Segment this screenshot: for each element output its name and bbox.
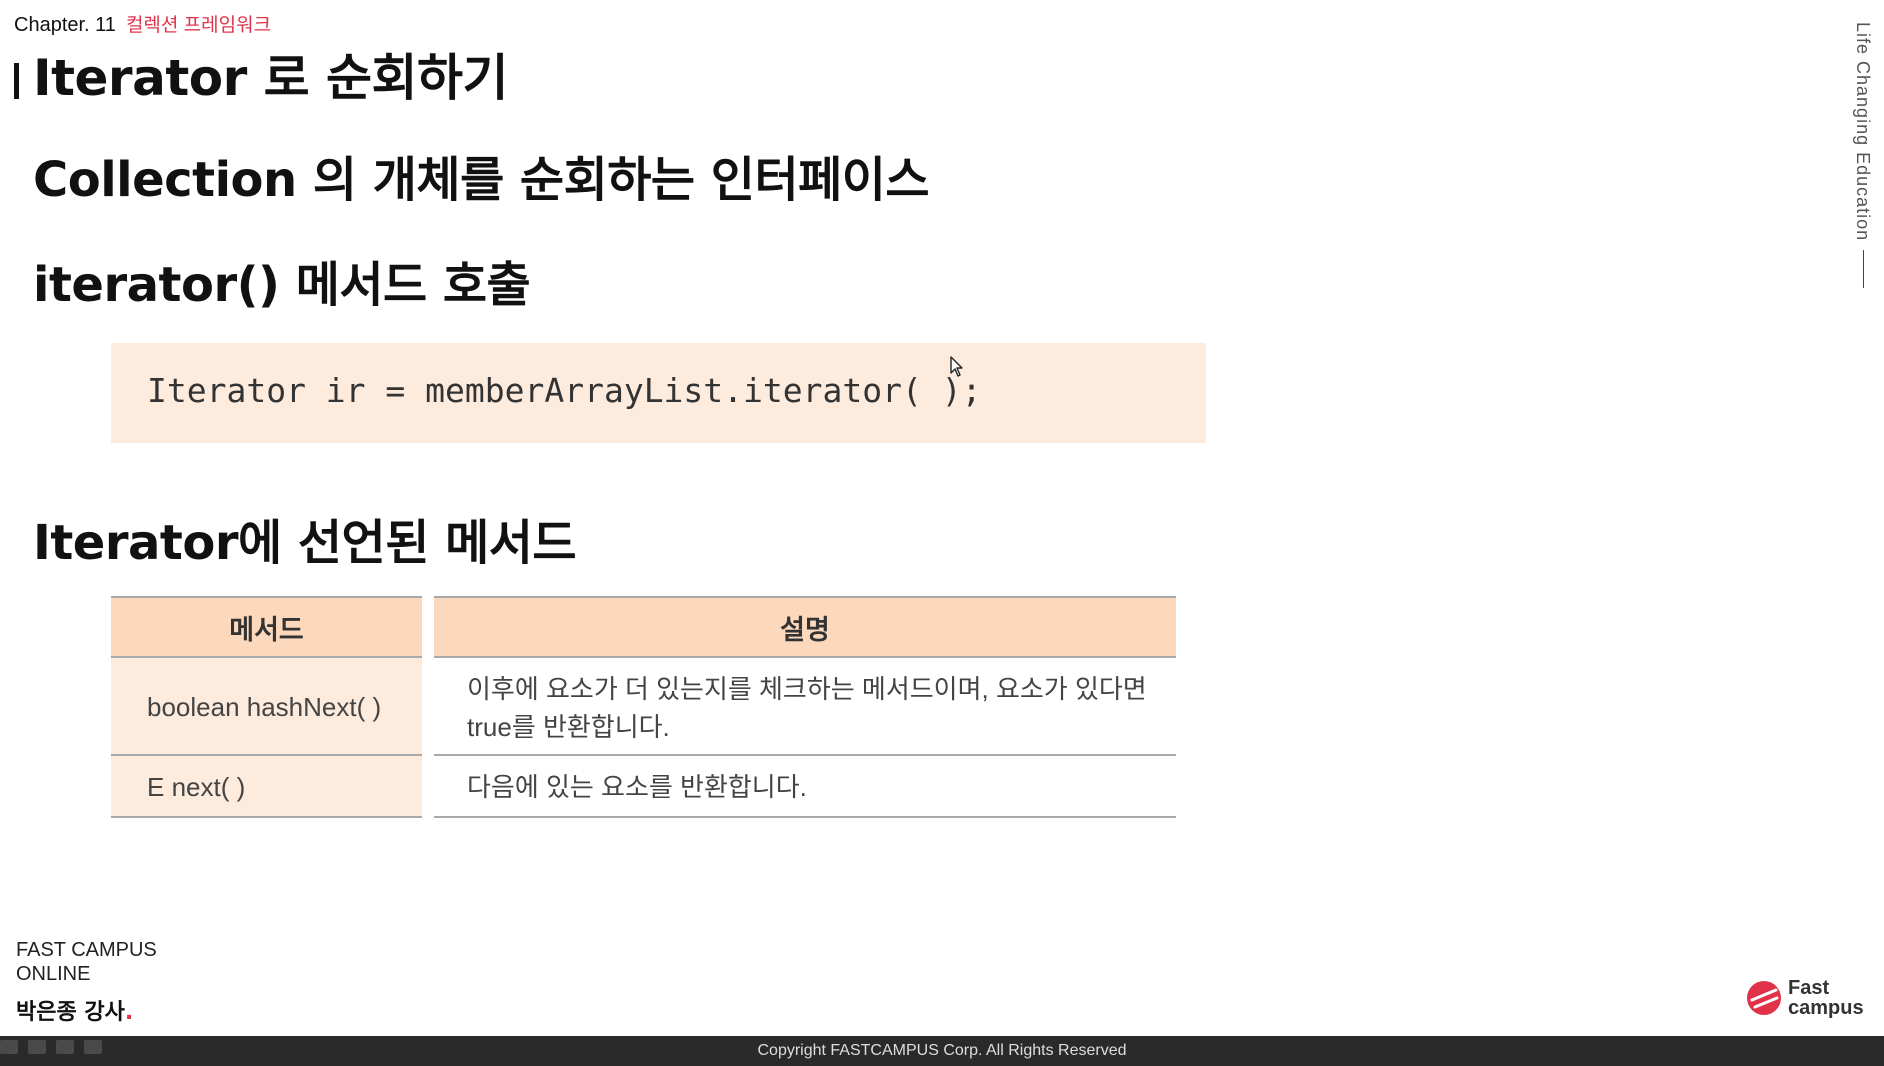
logo-text-line: campus: [1788, 997, 1864, 1019]
table-header-description: 설명: [434, 596, 1176, 658]
description-line: true를 반환합니다.: [467, 712, 670, 742]
bottom-bar: Copyright FASTCAMPUS Corp. All Rights Re…: [0, 1036, 1884, 1066]
brand-line: FAST CAMPUS: [16, 939, 157, 961]
chapter-header: Chapter. 11 컬렉션 프레임워크: [14, 10, 271, 37]
chapter-label: Chapter. 11: [14, 14, 116, 36]
table-header-method: 메서드: [111, 596, 422, 658]
table-row-description: 다음에 있는 요소를 반환합니다.: [434, 756, 1176, 818]
fastcampus-logo: Fast campus: [1746, 978, 1864, 1018]
slide-title: Iterator 로 순회하기: [14, 38, 509, 110]
bullet-collection-iteration: Collection 의 개체를 순회하는 인터페이스: [33, 152, 930, 208]
side-tagline: Life Changing Education: [1853, 22, 1873, 242]
method-name: E next( ): [147, 772, 246, 802]
logo-text-line: Fast: [1788, 977, 1830, 999]
chapter-subtitle: 컬렉션 프레임워크: [125, 15, 272, 36]
bullet-iterator-call: iterator() 메서드 호출: [33, 257, 531, 313]
code-block: Iterator ir = memberArrayList.iterator( …: [111, 343, 1206, 443]
instructor-text: 박은종 강사: [16, 1000, 125, 1025]
description-line: 다음에 있는 요소를 반환합니다.: [467, 772, 807, 802]
instructor-dot: .: [124, 1000, 134, 1025]
footer-brand: FAST CAMPUS ONLINE: [16, 938, 157, 986]
title-bar-marker: [14, 63, 19, 99]
brand-line: ONLINE: [16, 963, 91, 985]
table-row-description: 이후에 요소가 더 있는지를 체크하는 메서드이며, 요소가 있다면 true를…: [434, 658, 1176, 756]
fastcampus-logo-icon: [1747, 981, 1781, 1015]
code-line: Iterator ir = memberArrayList.iterator( …: [147, 371, 982, 410]
slide-title-text: Iterator 로 순회하기: [33, 49, 509, 107]
table-row-method: boolean hashNext( ): [111, 658, 422, 756]
method-name: boolean hashNext( ): [147, 692, 382, 722]
bullet-iterator-methods: Iterator에 선언된 메서드: [33, 515, 577, 571]
mouse-pointer-icon: [950, 356, 966, 382]
instructor-name: 박은종 강사.: [16, 994, 133, 1026]
side-divider: [1863, 250, 1864, 288]
description-line: 이후에 요소가 더 있는지를 체크하는 메서드이며, 요소가 있다면: [467, 674, 1147, 704]
table-row-method: E next( ): [111, 756, 422, 818]
copyright-text: Copyright FASTCAMPUS Corp. All Rights Re…: [757, 1042, 1127, 1059]
